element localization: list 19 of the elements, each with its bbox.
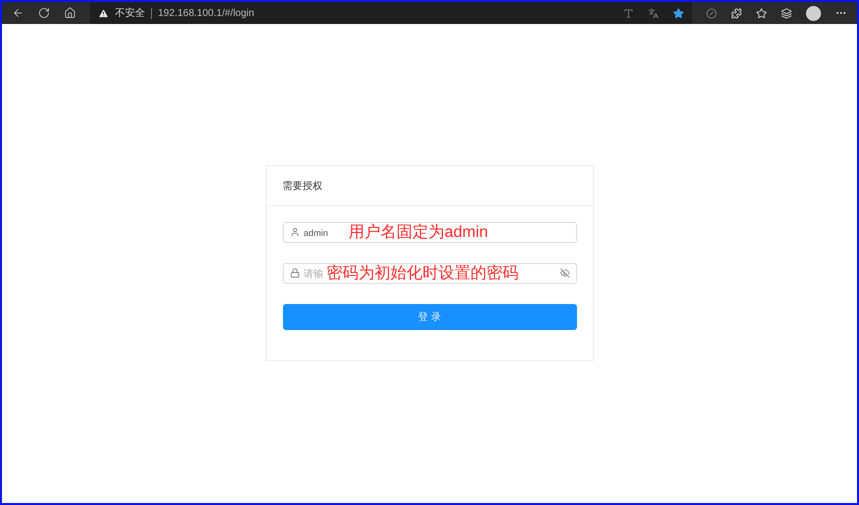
url-text: 192.168.100.1/#/login	[158, 8, 254, 18]
favorites-icon[interactable]	[756, 8, 767, 18]
user-icon	[290, 227, 300, 237]
lock-icon	[290, 268, 300, 278]
warning-icon	[98, 8, 109, 18]
address-bar[interactable]: 不安全 192.168.100.1/#/login	[90, 2, 692, 24]
profile-avatar[interactable]	[806, 6, 821, 20]
back-icon[interactable]	[12, 7, 24, 19]
puzzle-icon[interactable]	[731, 8, 742, 18]
home-icon[interactable]	[64, 7, 76, 19]
annotation-text: 密码为初始化时设置的密码	[326, 266, 518, 282]
card-title: 需要授权	[266, 166, 592, 206]
favorite-star-icon[interactable]	[673, 8, 684, 18]
translate-icon[interactable]	[648, 8, 659, 18]
collections-icon[interactable]	[781, 8, 792, 18]
reload-icon[interactable]	[38, 7, 50, 19]
annotation-text: 用户名固定为admin	[348, 225, 488, 241]
security-label: 不安全	[115, 6, 145, 20]
eye-off-icon[interactable]	[560, 268, 570, 278]
